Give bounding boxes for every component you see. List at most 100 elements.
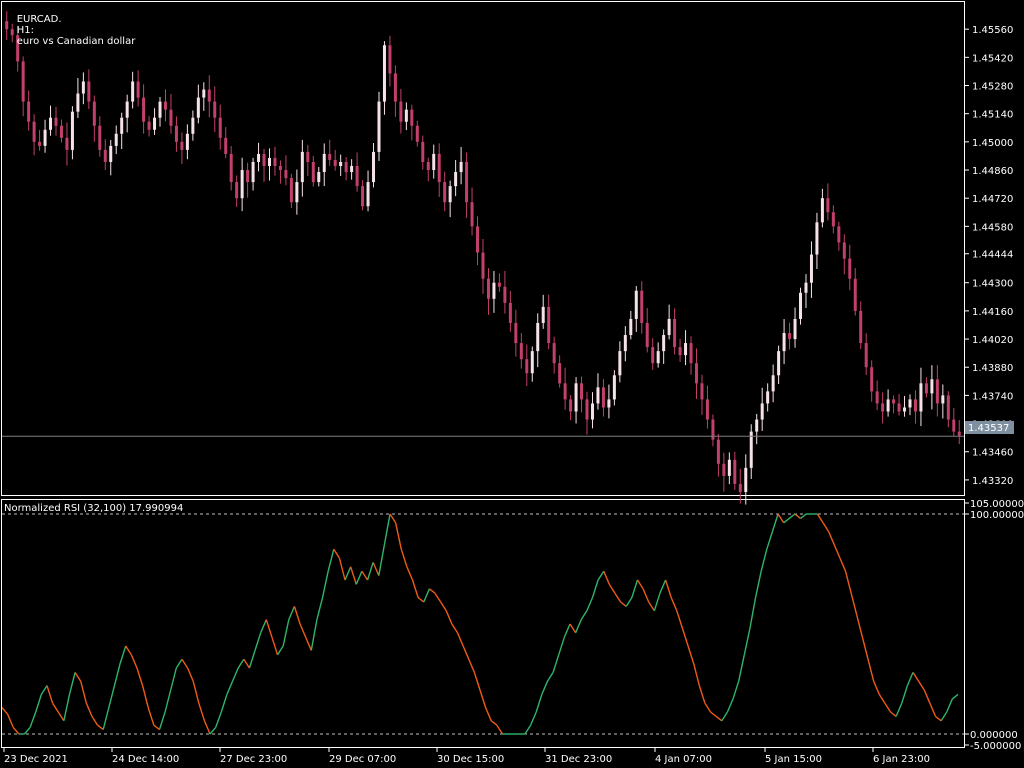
rsi-segment — [642, 588, 650, 603]
candle-body — [92, 101, 96, 126]
candle-body — [497, 282, 501, 287]
rsi-segment — [833, 544, 841, 559]
rsi-segment — [355, 570, 363, 585]
rsi-segment — [839, 557, 847, 572]
price-tick-label: 1.44444 — [972, 250, 1013, 261]
candle-body — [235, 182, 239, 199]
candle-body — [903, 407, 907, 412]
candle-body — [612, 375, 616, 400]
rsi-segment — [231, 667, 239, 682]
candle-body — [350, 165, 354, 173]
rsi-segment — [434, 592, 442, 603]
rsi-segment — [496, 724, 504, 735]
candle-body — [196, 97, 200, 118]
candle-body — [229, 153, 233, 183]
price-tick-label: 1.45560 — [972, 25, 1013, 36]
price-tick-label: 1.44580 — [972, 222, 1013, 233]
rsi-segment — [462, 645, 470, 660]
candle-body — [508, 302, 512, 323]
rsi-segment — [721, 711, 729, 722]
rsi-segment — [349, 566, 357, 585]
candle-body — [306, 151, 310, 162]
time-tick-label: 27 Dec 23:00 — [220, 754, 287, 765]
rsi-segment — [935, 715, 942, 722]
candle-body — [590, 403, 594, 420]
candle-body — [673, 318, 677, 348]
rsi-segment — [737, 654, 745, 682]
candle-body — [328, 153, 332, 160]
candle-body — [382, 45, 386, 102]
candle-body — [295, 182, 299, 203]
candle-body — [147, 121, 151, 130]
rsi-segment — [366, 562, 374, 581]
rsi-axis[interactable]: 105.000000100.000000 0.000000-5.000000 — [965, 499, 1024, 752]
candle-body — [481, 252, 485, 279]
candle-body — [552, 343, 556, 364]
rsi-segment — [586, 597, 594, 612]
time-tick-label: 23 Dec 2021 — [4, 754, 68, 765]
time-tick-label: 4 Jan 07:00 — [655, 754, 712, 765]
rsi-segment — [912, 672, 920, 682]
candle-body — [804, 282, 808, 293]
rsi-segment — [850, 593, 858, 616]
rsi-segment — [293, 606, 301, 625]
rsi-segment — [276, 645, 284, 656]
candle-body — [689, 343, 693, 364]
rsi-segment — [215, 711, 222, 728]
candle-body — [875, 391, 879, 404]
rsi-segment — [625, 597, 633, 607]
candle-body — [913, 399, 917, 412]
candle-body — [563, 383, 567, 400]
time-axis[interactable]: 23 Dec 2021 24 Dec 14:00 27 Dec 23:00 29 De… — [3, 748, 930, 765]
rsi-segment — [423, 588, 431, 603]
candle-body — [519, 343, 523, 360]
candle-body — [618, 351, 622, 376]
candle-body — [257, 153, 261, 162]
candle-body — [525, 359, 529, 374]
timeframe-label: H1: — [16, 25, 34, 36]
rsi-segment — [816, 513, 824, 524]
rsi-segment — [97, 724, 104, 731]
candle-body — [158, 101, 162, 118]
candle-body — [81, 81, 85, 94]
candle-body — [399, 101, 403, 122]
metatrader-chart-window[interactable]: 1.45560 1.45420 1.45280 1.45140 1.45000 1.448… — [0, 0, 1024, 768]
candle-body — [766, 391, 770, 404]
candle-body — [180, 141, 184, 150]
rsi-segment — [175, 658, 183, 669]
candle-body — [202, 89, 206, 98]
rsi-segment — [181, 658, 189, 669]
candle-body — [366, 182, 370, 207]
candle-body — [716, 439, 720, 464]
rsi-segment — [125, 645, 132, 656]
candle-body — [344, 161, 348, 173]
candle-body — [59, 125, 63, 138]
time-tick-label: 30 Dec 15:00 — [437, 754, 504, 765]
price-tick-label: 1.43460 — [972, 448, 1013, 459]
rsi-segment — [271, 636, 279, 656]
candle-body — [601, 387, 605, 408]
symbol-description: euro vs Canadian dollar — [16, 36, 136, 47]
chart-canvas[interactable]: 1.45560 1.45420 1.45280 1.45140 1.45000 1.448… — [0, 0, 1024, 768]
rsi-segment — [777, 513, 785, 524]
price-axis[interactable]: 1.45560 1.45420 1.45280 1.45140 1.45000 1.448… — [965, 25, 1013, 487]
candle-body — [136, 81, 140, 98]
rsi-segment — [445, 610, 453, 625]
rsi-segment — [681, 628, 689, 647]
candle-body — [120, 117, 124, 134]
candle-body — [38, 141, 42, 146]
price-tick-label: 1.44300 — [972, 279, 1013, 290]
candle-body — [284, 170, 288, 179]
price-tick-label: 1.43740 — [972, 391, 1013, 402]
rsi-segment — [614, 592, 622, 603]
candle-body — [607, 399, 611, 408]
candle-body — [300, 151, 304, 183]
rsi-segment — [136, 667, 144, 686]
candle-body — [777, 351, 781, 376]
candle-body — [268, 157, 272, 166]
candle-body — [536, 322, 540, 352]
candle-body — [514, 322, 518, 344]
candle-body — [443, 182, 447, 203]
rsi-segment — [861, 637, 869, 660]
candle-body — [629, 318, 633, 336]
